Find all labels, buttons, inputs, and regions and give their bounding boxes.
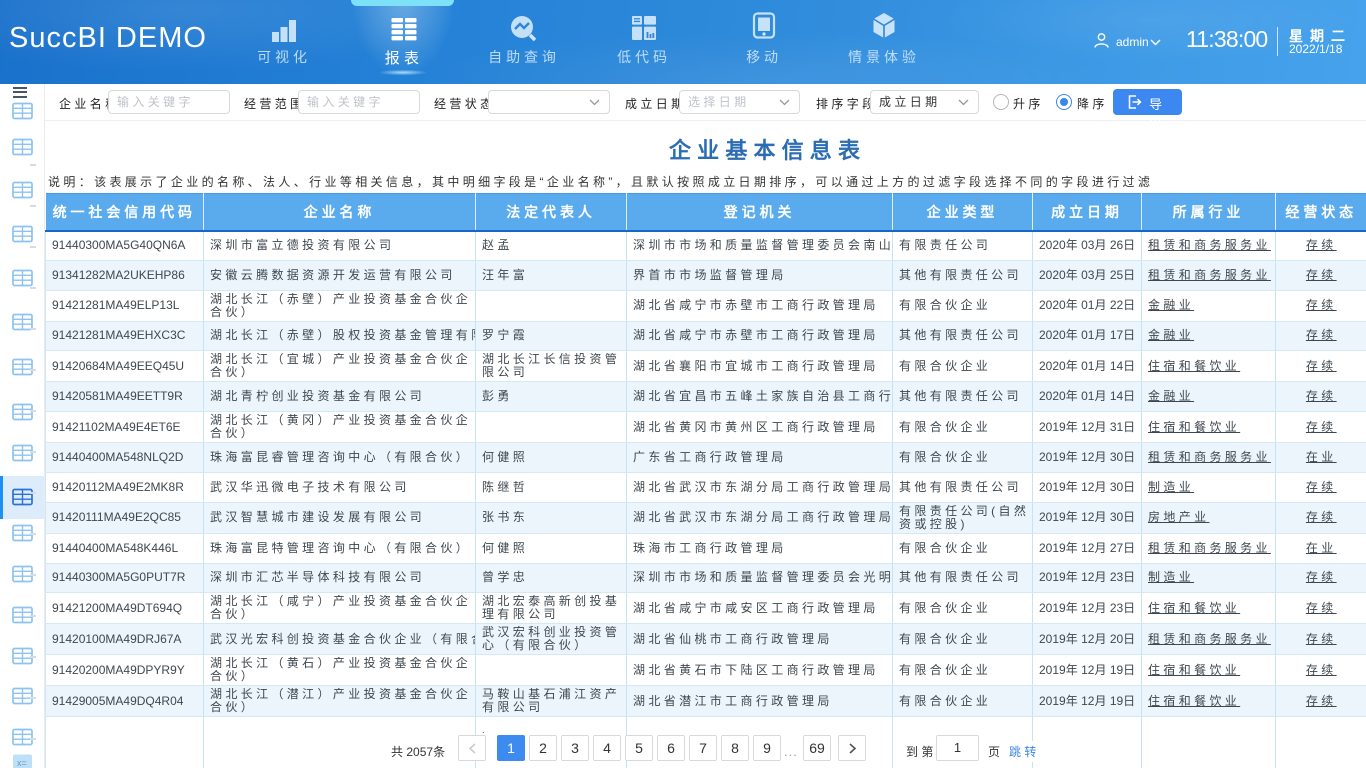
svg-text:x=: x= bbox=[17, 758, 27, 768]
